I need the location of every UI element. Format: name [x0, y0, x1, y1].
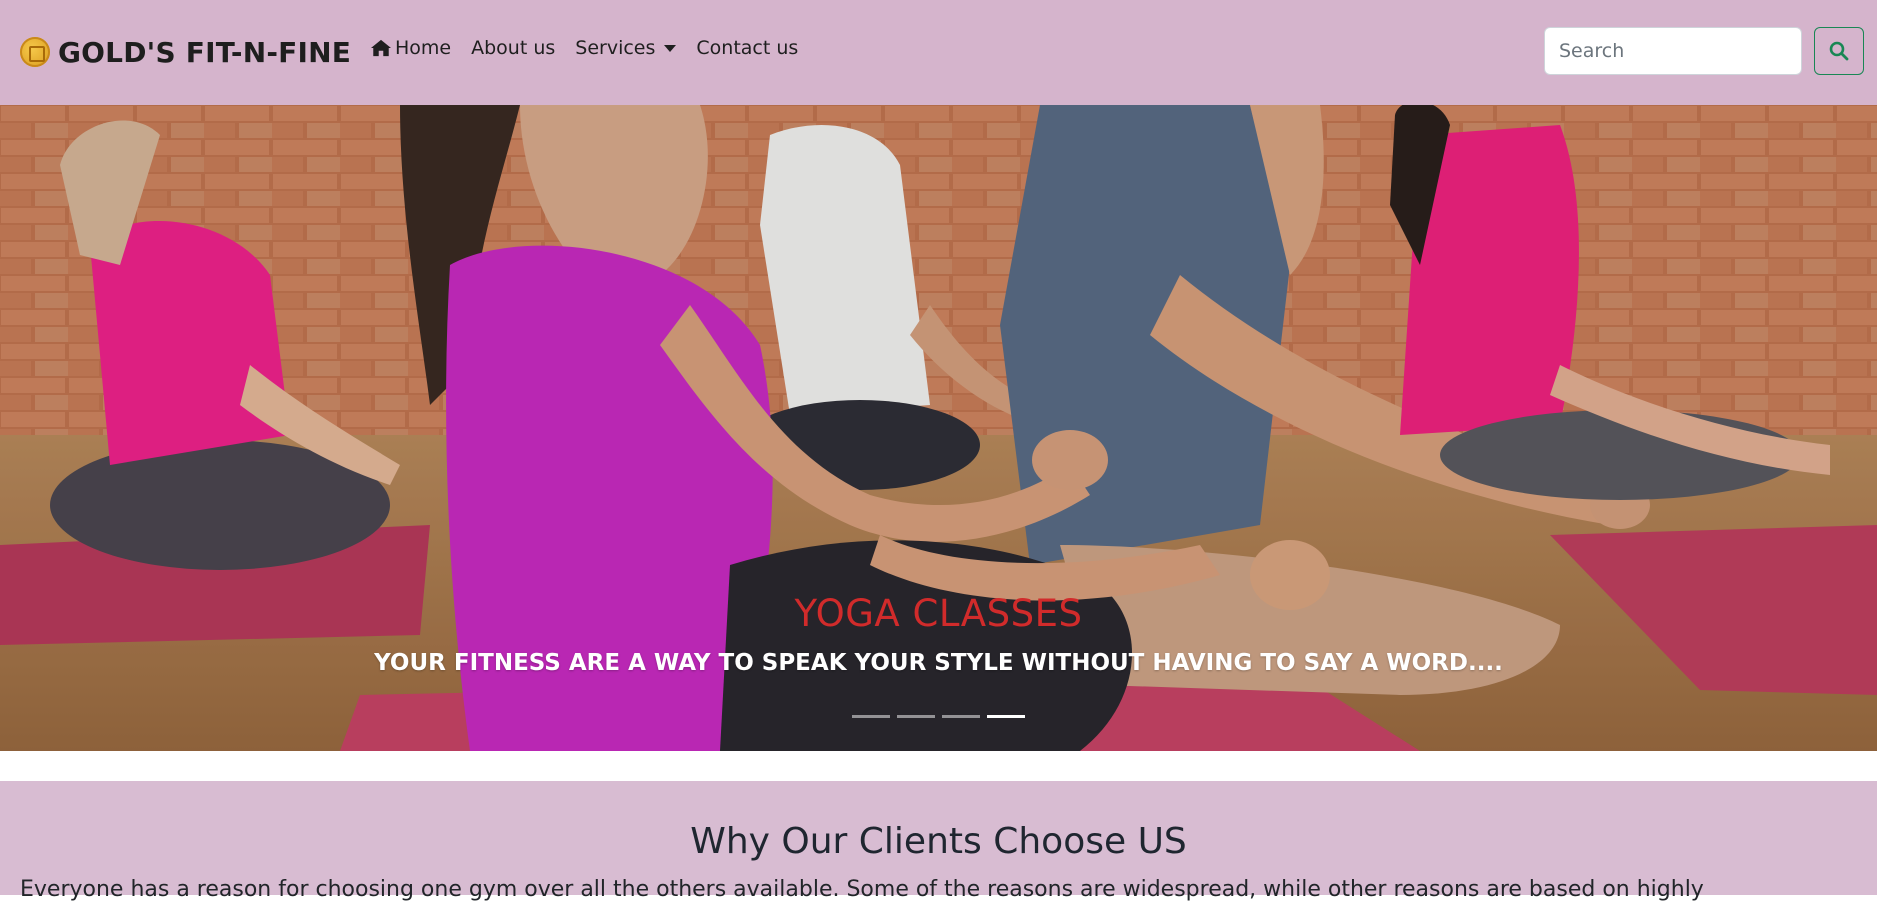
- nav-services-dropdown[interactable]: Services: [575, 37, 677, 59]
- brand-name: GOLD'S FIT-N-FINE: [58, 35, 352, 69]
- section-title: Why Our Clients Choose US: [690, 821, 1187, 862]
- search-icon: [1829, 41, 1849, 61]
- carousel-indicator-4[interactable]: [987, 715, 1025, 718]
- hero-carousel[interactable]: YOGA CLASSES YOUR FITNESS ARE A WAY TO S…: [0, 105, 1877, 751]
- nav-about[interactable]: About us: [471, 37, 555, 59]
- carousel-indicators: [852, 715, 1025, 718]
- navbar: GOLD'S FIT-N-FINE Home About us Services…: [0, 0, 1877, 105]
- why-choose-us-section: Why Our Clients Choose US Everyone has a…: [0, 781, 1877, 902]
- carousel-indicator-3[interactable]: [942, 715, 980, 718]
- caret-down-icon: [664, 44, 677, 52]
- nav-home-label: Home: [395, 37, 452, 59]
- home-icon: [371, 39, 391, 57]
- search-input[interactable]: [1544, 27, 1802, 75]
- section-text: Everyone has a reason for choosing one g…: [20, 877, 1704, 902]
- brand-link[interactable]: GOLD'S FIT-N-FINE: [20, 34, 351, 70]
- main-nav: Home About us Services Contact us: [370, 37, 798, 59]
- nav-home[interactable]: Home: [370, 37, 451, 59]
- carousel-indicator-1[interactable]: [852, 715, 890, 718]
- nav-contact[interactable]: Contact us: [696, 37, 798, 59]
- nav-services-label: Services: [575, 37, 656, 59]
- carousel-caption-text: YOUR FITNESS ARE A WAY TO SPEAK YOUR STY…: [374, 650, 1503, 676]
- gold-coin-logo-icon: [20, 37, 50, 67]
- carousel-caption-title: YOGA CLASSES: [794, 592, 1083, 635]
- carousel-indicator-2[interactable]: [897, 715, 935, 718]
- search-button[interactable]: [1814, 27, 1864, 75]
